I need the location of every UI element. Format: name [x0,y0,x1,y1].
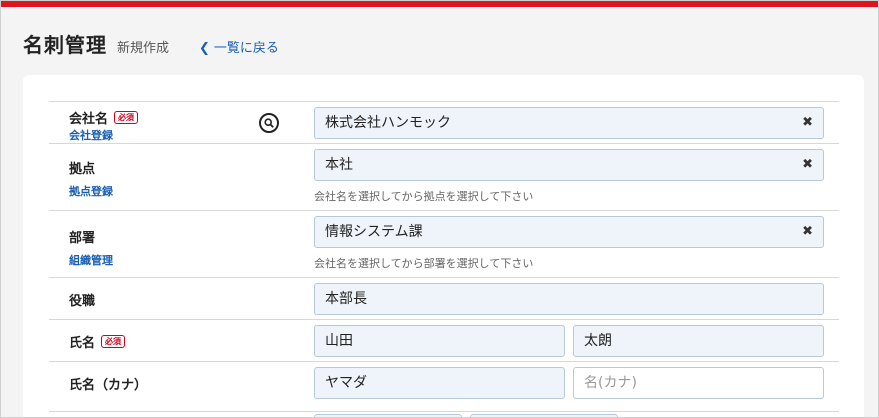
name-label: 氏名 [69,336,96,351]
app-frame: 名刺管理 新規作成 ❮ 一覧に戻る 会社名 必須 会社登録 株式会社ハンモック … [0,0,879,418]
required-badge: 必須 [101,335,126,348]
page-header: 名刺管理 新規作成 ❮ 一覧に戻る [23,29,279,59]
required-badge: 必須 [114,111,139,124]
row-base: 拠点 拠点登録 本社 ✖ 会社名を選択してから拠点を選択して下さい [49,143,839,210]
close-icon[interactable]: ✖ [802,217,813,247]
company-register-link[interactable]: 会社登録 [69,127,138,143]
close-icon[interactable]: ✖ [802,108,813,138]
page-title: 名刺管理 [23,33,107,57]
first-name-input[interactable]: 太朗 [573,325,824,357]
last-name-value: 山田 [325,333,353,349]
top-accent-bar [1,1,878,7]
company-label: 会社名 [69,112,109,127]
chevron-left-icon: ❮ [199,41,210,56]
row-name-kana: 氏名（カナ） ヤマダ 名(カナ) [49,361,839,411]
position-value: 本部長 [325,291,367,307]
organization-manage-link[interactable]: 組織管理 [69,252,113,268]
first-name-value: 太朗 [584,333,612,349]
form-card: 会社名 必須 会社登録 株式会社ハンモック ✖ 拠点 拠点登録 本社 ✖ 会社名… [23,75,864,417]
row-department: 部署 組織管理 情報システム課 ✖ 会社名を選択してから部署を選択して下さい [49,210,839,277]
row-next-partial [49,411,839,417]
last-name-input[interactable]: 山田 [314,325,565,357]
back-link-label: 一覧に戻る [213,41,279,56]
department-value: 情報システム課 [325,224,423,240]
department-label: 部署 [69,231,96,246]
last-name-kana-input[interactable]: ヤマダ [314,367,565,399]
last-name-kana-value: ヤマダ [325,375,367,391]
close-icon[interactable]: ✖ [802,150,813,180]
position-label: 役職 [69,294,96,309]
base-register-link[interactable]: 拠点登録 [69,183,113,199]
row-name: 氏名 必須 山田 太朗 [49,319,839,361]
first-name-kana-placeholder: 名(カナ) [584,375,637,391]
company-input[interactable]: 株式会社ハンモック ✖ [314,107,824,139]
company-value: 株式会社ハンモック [325,115,451,131]
department-hint: 会社名を選択してから部署を選択して下さい [314,257,534,270]
position-input[interactable]: 本部長 [314,283,824,315]
base-hint: 会社名を選択してから拠点を選択して下さい [314,190,534,203]
base-label: 拠点 [69,162,96,177]
search-icon [264,118,274,128]
page-subtitle: 新規作成 [117,41,170,56]
partial-input-2[interactable] [470,414,618,417]
company-search-button[interactable] [259,113,279,133]
base-value: 本社 [325,157,353,173]
partial-input-1[interactable] [314,414,462,417]
first-name-kana-input[interactable]: 名(カナ) [573,367,824,399]
back-to-list-link[interactable]: ❮ 一覧に戻る [199,37,279,56]
business-card-form: 会社名 必須 会社登録 株式会社ハンモック ✖ 拠点 拠点登録 本社 ✖ 会社名… [49,101,839,417]
base-input[interactable]: 本社 ✖ [314,149,824,181]
row-company: 会社名 必須 会社登録 株式会社ハンモック ✖ [49,101,839,143]
row-position: 役職 本部長 [49,277,839,319]
name-kana-label: 氏名（カナ） [69,378,148,393]
department-input[interactable]: 情報システム課 ✖ [314,216,824,248]
